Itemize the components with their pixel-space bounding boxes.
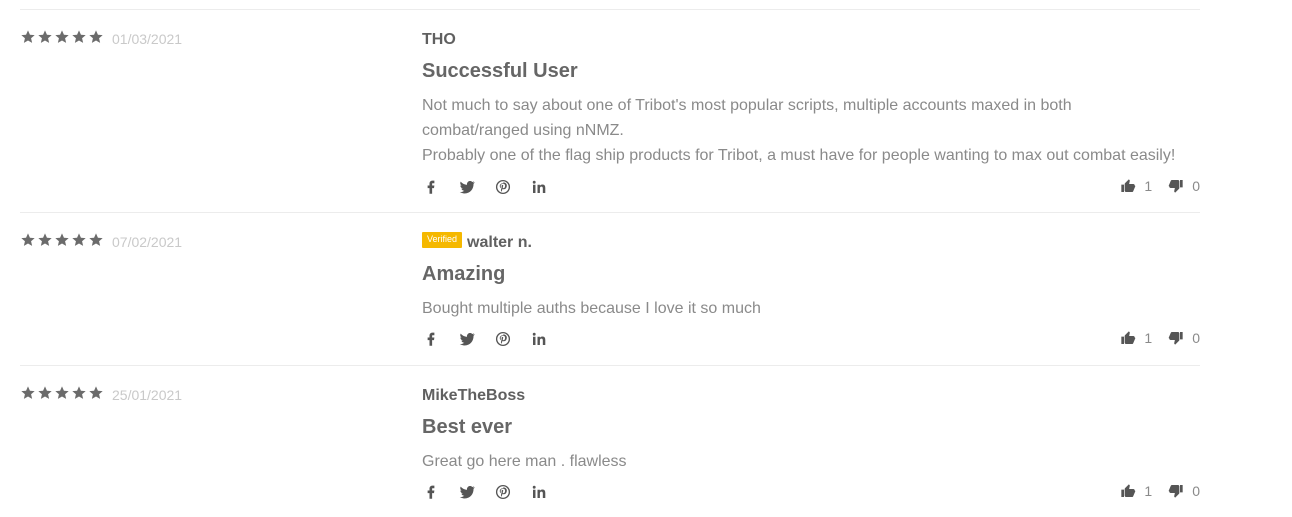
thumbs-down-icon[interactable] <box>1168 330 1184 346</box>
share-links <box>422 483 566 501</box>
reviews-list: 01/03/2021 THO Successful User Not much … <box>20 9 1200 516</box>
review-body: Great go here man . flawless <box>422 449 1200 474</box>
twitter-icon[interactable] <box>458 483 476 501</box>
linkedin-icon[interactable] <box>530 483 548 501</box>
share-links <box>422 178 566 196</box>
review-body: Not much to say about one of Tribot's mo… <box>422 93 1200 168</box>
thumbs-up-icon[interactable] <box>1120 483 1136 499</box>
linkedin-icon[interactable] <box>530 178 548 196</box>
downvote-count: 0 <box>1192 330 1200 346</box>
facebook-icon[interactable] <box>422 483 440 501</box>
star-icon <box>20 385 36 401</box>
downvote-count: 0 <box>1192 483 1200 499</box>
star-icon <box>37 385 53 401</box>
pinterest-icon[interactable] <box>494 178 512 196</box>
star-icon <box>54 232 70 248</box>
review-item: 07/02/2021 Verified walter n. Amazing Bo… <box>20 213 1200 366</box>
review-body: Bought multiple auths because I love it … <box>422 296 1200 321</box>
review-body-paragraph: Probably one of the flag ship products f… <box>422 147 1176 164</box>
star-icon <box>88 232 104 248</box>
review-title: Best ever <box>422 416 513 438</box>
star-icon <box>71 232 87 248</box>
upvote-count: 1 <box>1144 330 1153 346</box>
star-icon <box>71 29 87 45</box>
facebook-icon[interactable] <box>422 178 440 196</box>
pinterest-icon[interactable] <box>494 483 512 501</box>
review-author: walter n. <box>467 234 532 251</box>
star-icon <box>37 29 53 45</box>
review-date: 07/02/2021 <box>112 234 183 250</box>
downvote-count: 0 <box>1192 178 1200 194</box>
star-icon <box>88 29 104 45</box>
review-body-paragraph: Great go here man . flawless <box>422 453 627 470</box>
author-row: Verified walter n. <box>422 232 532 253</box>
review-votes: 1 0 <box>1120 330 1200 346</box>
star-icon <box>88 385 104 401</box>
review-votes: 1 0 <box>1120 178 1200 194</box>
upvote-count: 1 <box>1144 483 1153 499</box>
review-votes: 1 0 <box>1120 483 1200 499</box>
linkedin-icon[interactable] <box>530 330 548 348</box>
share-links <box>422 330 566 348</box>
review-title: Successful User <box>422 60 578 82</box>
author-row: THO <box>422 30 456 50</box>
twitter-icon[interactable] <box>458 330 476 348</box>
review-meta: 07/02/2021 <box>20 232 183 250</box>
thumbs-up-icon[interactable] <box>1120 178 1136 194</box>
star-icon <box>71 385 87 401</box>
review-date: 01/03/2021 <box>112 31 183 47</box>
review-title: Amazing <box>422 263 506 285</box>
review-meta: 25/01/2021 <box>20 385 183 403</box>
facebook-icon[interactable] <box>422 330 440 348</box>
star-rating <box>20 232 104 248</box>
star-icon <box>20 29 36 45</box>
thumbs-up-icon[interactable] <box>1120 330 1136 346</box>
star-icon <box>54 385 70 401</box>
star-icon <box>37 232 53 248</box>
review-body-paragraph: Not much to say about one of Tribot's mo… <box>422 97 1072 139</box>
review-item: 25/01/2021 MikeTheBoss Best ever Great g… <box>20 366 1200 516</box>
twitter-icon[interactable] <box>458 178 476 196</box>
thumbs-down-icon[interactable] <box>1168 178 1184 194</box>
thumbs-down-icon[interactable] <box>1168 483 1184 499</box>
upvote-count: 1 <box>1144 178 1153 194</box>
star-icon <box>54 29 70 45</box>
author-row: MikeTheBoss <box>422 386 525 406</box>
review-date: 25/01/2021 <box>112 387 183 403</box>
verified-badge: Verified <box>422 232 463 248</box>
review-body-paragraph: Bought multiple auths because I love it … <box>422 300 761 317</box>
star-rating <box>20 385 104 401</box>
star-icon <box>20 232 36 248</box>
review-author: THO <box>422 31 456 48</box>
review-item: 01/03/2021 THO Successful User Not much … <box>20 10 1200 213</box>
star-rating <box>20 29 104 45</box>
pinterest-icon[interactable] <box>494 330 512 348</box>
review-author: MikeTheBoss <box>422 387 526 404</box>
review-meta: 01/03/2021 <box>20 29 183 47</box>
